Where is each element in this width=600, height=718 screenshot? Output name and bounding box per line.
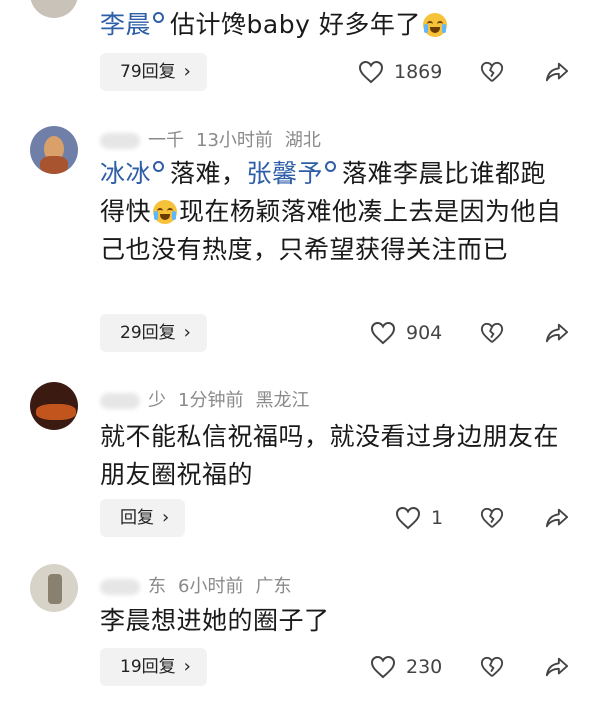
heart-icon bbox=[370, 655, 396, 679]
reply-label: 19回复 bbox=[120, 657, 176, 677]
comment-time: 13小时前 bbox=[196, 130, 273, 151]
share-icon[interactable] bbox=[545, 60, 569, 84]
like-button[interactable]: 1 bbox=[395, 499, 443, 537]
comment-time: 1分钟前 bbox=[178, 390, 244, 411]
reply-button[interactable]: 19回复 › bbox=[100, 648, 207, 686]
comment-meta: 一千 13小时前 湖北 bbox=[100, 126, 333, 152]
share-icon[interactable] bbox=[545, 655, 569, 679]
comment-actions: 19回复 › 230 bbox=[100, 648, 570, 686]
comment-actions: 29回复 › 904 bbox=[100, 314, 570, 352]
comment-location: 湖北 bbox=[284, 130, 321, 151]
heart-icon bbox=[358, 60, 384, 84]
user-mention[interactable]: 李晨 bbox=[100, 10, 151, 39]
laughing-crying-emoji bbox=[153, 200, 178, 224]
like-button[interactable]: 1869 bbox=[358, 53, 442, 91]
share-icon[interactable] bbox=[545, 506, 569, 530]
comment-text: 估计馋baby 好多年了 bbox=[170, 10, 421, 39]
comment-time: 6小时前 bbox=[178, 576, 244, 597]
chevron-right-icon: › bbox=[183, 61, 191, 82]
avatar[interactable] bbox=[30, 382, 78, 430]
comment-actions: 回复 › 1 bbox=[100, 499, 570, 537]
user-mention[interactable]: 张馨予 bbox=[247, 159, 324, 188]
comment-text: 落难， bbox=[170, 159, 247, 188]
mention-search-icon bbox=[153, 161, 165, 172]
like-button[interactable]: 904 bbox=[370, 314, 442, 352]
reply-button[interactable]: 回复 › bbox=[100, 499, 186, 537]
chevron-right-icon: › bbox=[183, 656, 191, 677]
avatar[interactable] bbox=[30, 126, 78, 174]
chevron-right-icon: › bbox=[183, 322, 191, 343]
comment-body: 李晨 估计馋baby 好多年了 bbox=[100, 6, 570, 44]
comment-body: 李晨想进她的圈子了 bbox=[100, 602, 570, 640]
comment-meta: 少 1分钟前 黑龙江 bbox=[100, 386, 321, 412]
user-mention[interactable]: 冰冰 bbox=[100, 159, 151, 188]
author-name-blurred bbox=[100, 579, 140, 595]
chevron-right-icon: › bbox=[162, 507, 170, 528]
comment-meta: 东 6小时前 广东 bbox=[100, 572, 303, 598]
author-name-blurred bbox=[100, 133, 140, 149]
broken-heart-icon[interactable] bbox=[480, 60, 504, 84]
mention-search-icon bbox=[325, 161, 337, 172]
author-name[interactable]: 一千 bbox=[148, 130, 184, 151]
mention-search-icon bbox=[153, 12, 165, 23]
author-name[interactable]: 东 bbox=[148, 576, 166, 597]
like-count: 1 bbox=[431, 507, 444, 529]
avatar[interactable] bbox=[30, 564, 78, 612]
laughing-crying-emoji bbox=[422, 13, 447, 37]
like-count: 230 bbox=[406, 656, 443, 678]
reply-label: 回复 bbox=[120, 508, 154, 528]
like-count: 1869 bbox=[394, 61, 443, 83]
like-count: 904 bbox=[406, 322, 443, 344]
reply-label: 79回复 bbox=[120, 62, 176, 82]
reply-label: 29回复 bbox=[120, 323, 176, 343]
avatar[interactable] bbox=[30, 0, 78, 18]
comment-text: 就不能私信祝福吗，就没看过身边朋友在朋友圈祝福的 bbox=[100, 422, 560, 489]
like-button[interactable]: 230 bbox=[370, 648, 442, 686]
heart-icon bbox=[370, 321, 396, 345]
comment-location: 广东 bbox=[255, 576, 292, 597]
author-name[interactable]: 少 bbox=[148, 390, 166, 411]
broken-heart-icon[interactable] bbox=[480, 321, 504, 345]
comment-body: 就不能私信祝福吗，就没看过身边朋友在朋友圈祝福的 bbox=[100, 418, 570, 494]
share-icon[interactable] bbox=[545, 321, 569, 345]
broken-heart-icon[interactable] bbox=[480, 506, 504, 530]
comment-body: 冰冰 落难，张馨予 落难李晨比谁都跑得快 现在杨颖落难他凑上去是因为他自己也没有热度，… bbox=[100, 155, 570, 269]
broken-heart-icon[interactable] bbox=[480, 655, 504, 679]
comment-actions: 79回复 › 1869 bbox=[100, 53, 570, 91]
heart-icon bbox=[395, 506, 421, 530]
comment-location: 黑龙江 bbox=[255, 390, 310, 411]
comment-text: 李晨想进她的圈子了 bbox=[100, 606, 330, 635]
reply-button[interactable]: 79回复 › bbox=[100, 53, 207, 91]
reply-button[interactable]: 29回复 › bbox=[100, 314, 207, 352]
author-name-blurred bbox=[100, 393, 140, 409]
